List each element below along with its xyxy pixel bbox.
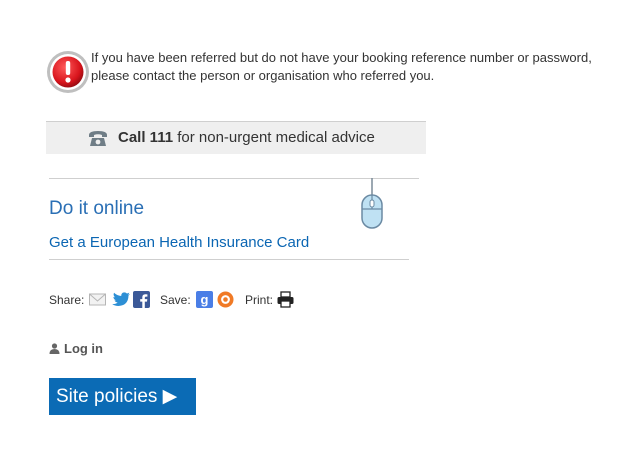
alert-icon xyxy=(47,51,89,93)
svg-text:g: g xyxy=(201,292,209,307)
share-label: Share: xyxy=(49,293,85,307)
facebook-icon[interactable] xyxy=(133,291,150,308)
twitter-icon[interactable] xyxy=(111,291,131,308)
print-label: Print: xyxy=(245,293,274,307)
do-it-online-heading: Do it online xyxy=(49,198,145,219)
ehic-link[interactable]: Get a European Health Insurance Card xyxy=(49,234,309,251)
login-link[interactable]: Log in xyxy=(49,341,103,356)
delicious-icon[interactable] xyxy=(217,291,234,308)
phone-icon xyxy=(89,131,107,146)
call-text: Call 111 for non-urgent medical advice xyxy=(118,122,375,154)
google-icon[interactable]: g xyxy=(196,291,213,308)
divider-bottom xyxy=(49,259,409,260)
call-description: for non-urgent medical advice xyxy=(173,129,375,146)
email-icon[interactable] xyxy=(89,291,106,308)
user-icon xyxy=(49,343,60,354)
printer-icon[interactable] xyxy=(277,291,294,308)
notice-text: If you have been referred but do not hav… xyxy=(91,50,592,83)
call-111-banner: Call 111 for non-urgent medical advice xyxy=(46,121,426,154)
login-label: Log in xyxy=(64,341,103,356)
call-number[interactable]: Call 111 xyxy=(118,129,173,146)
save-label: Save: xyxy=(160,293,191,307)
mouse-icon xyxy=(361,178,383,229)
site-policies-button[interactable]: Site policies ▶ xyxy=(49,378,196,415)
